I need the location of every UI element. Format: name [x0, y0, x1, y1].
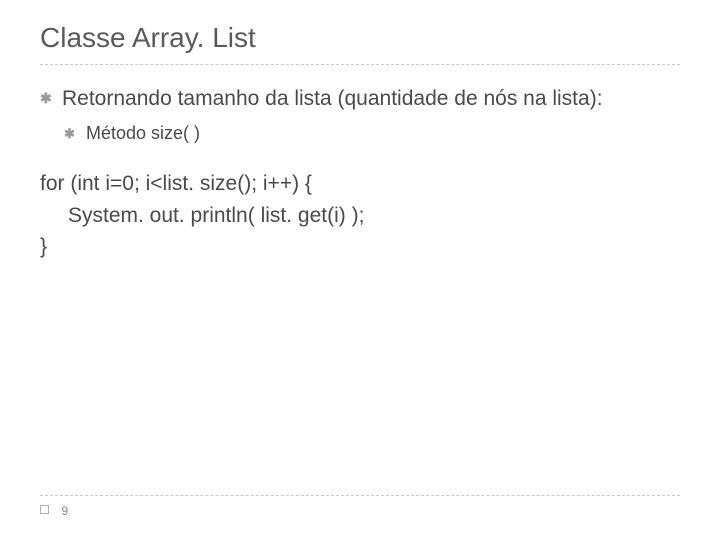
bullet-main-text: Retornando tamanho da lista (quantidade … — [62, 85, 603, 113]
slide-container: Classe Array. List ✱ Retornando tamanho … — [0, 0, 720, 263]
bullet-main: ✱ Retornando tamanho da lista (quantidad… — [40, 85, 680, 113]
page-number: 9 — [61, 504, 68, 518]
page-number-container: 9 — [40, 502, 680, 520]
bullet-sub-text: Método size( ) — [86, 123, 200, 144]
code-line-3: } — [40, 231, 680, 263]
asterisk-icon: ✱ — [40, 91, 54, 105]
code-line-1: for (int i=0; i<list. size(); i++) { — [40, 168, 680, 200]
asterisk-icon: ✱ — [64, 127, 78, 140]
code-line-2: System. out. println( list. get(i) ); — [40, 200, 680, 232]
box-icon — [40, 505, 49, 514]
footer-divider — [40, 495, 680, 496]
slide-title: Classe Array. List — [40, 22, 680, 64]
title-divider — [40, 64, 680, 65]
code-block: for (int i=0; i<list. size(); i++) { Sys… — [40, 168, 680, 263]
slide-footer: 9 — [40, 495, 680, 520]
bullet-sub: ✱ Método size( ) — [64, 123, 680, 144]
